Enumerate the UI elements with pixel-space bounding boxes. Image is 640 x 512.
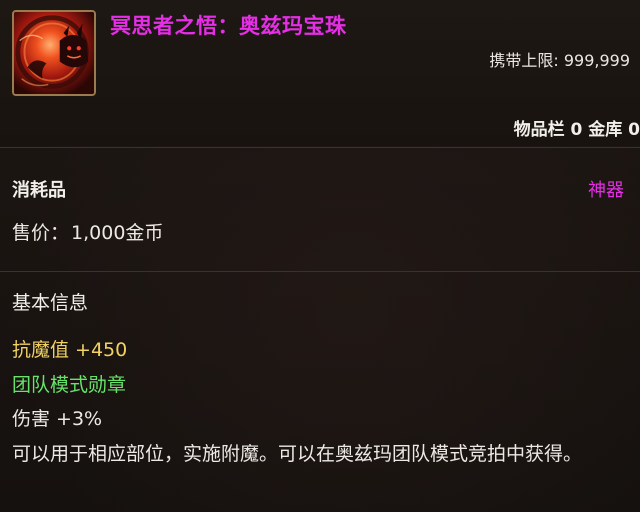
inventory-count: 物品栏 0 金库 0	[513, 120, 640, 140]
item-rarity: 神器	[588, 180, 624, 201]
info-divider	[0, 271, 640, 272]
badge-type: 团队模式勋章	[12, 374, 127, 396]
item-title: 冥思者之悟：奥兹玛宝珠	[110, 14, 347, 38]
magic-resist-stat: 抗魔值 +450	[12, 339, 128, 361]
sell-price-value: 1,000金币	[71, 222, 164, 244]
item-type: 消耗品	[12, 180, 66, 201]
sell-price-label: 售价	[12, 222, 51, 244]
damage-stat: 伤害 +3%	[12, 408, 103, 430]
sell-price: 售价： 1,000金币	[12, 222, 164, 244]
item-description: 可以用于相应部位，实施附魔。可以在奥兹玛团队模式竞拍中获得。	[12, 443, 583, 465]
demon-eye-orb-icon	[12, 10, 96, 96]
carry-limit: 携带上限: 999,999	[489, 51, 630, 70]
item-tooltip: 冥思者之悟：奥兹玛宝珠 携带上限: 999,999 物品栏 0 金库 0 消耗品…	[0, 0, 640, 512]
carry-limit-label: 携带上限	[489, 51, 554, 70]
tooltip-header: 冥思者之悟：奥兹玛宝珠 携带上限: 999,999 物品栏 0 金库 0	[0, 0, 640, 146]
carry-limit-value: 999,999	[563, 51, 630, 70]
basic-info-heading: 基本信息	[12, 292, 89, 314]
header-divider	[0, 147, 640, 148]
